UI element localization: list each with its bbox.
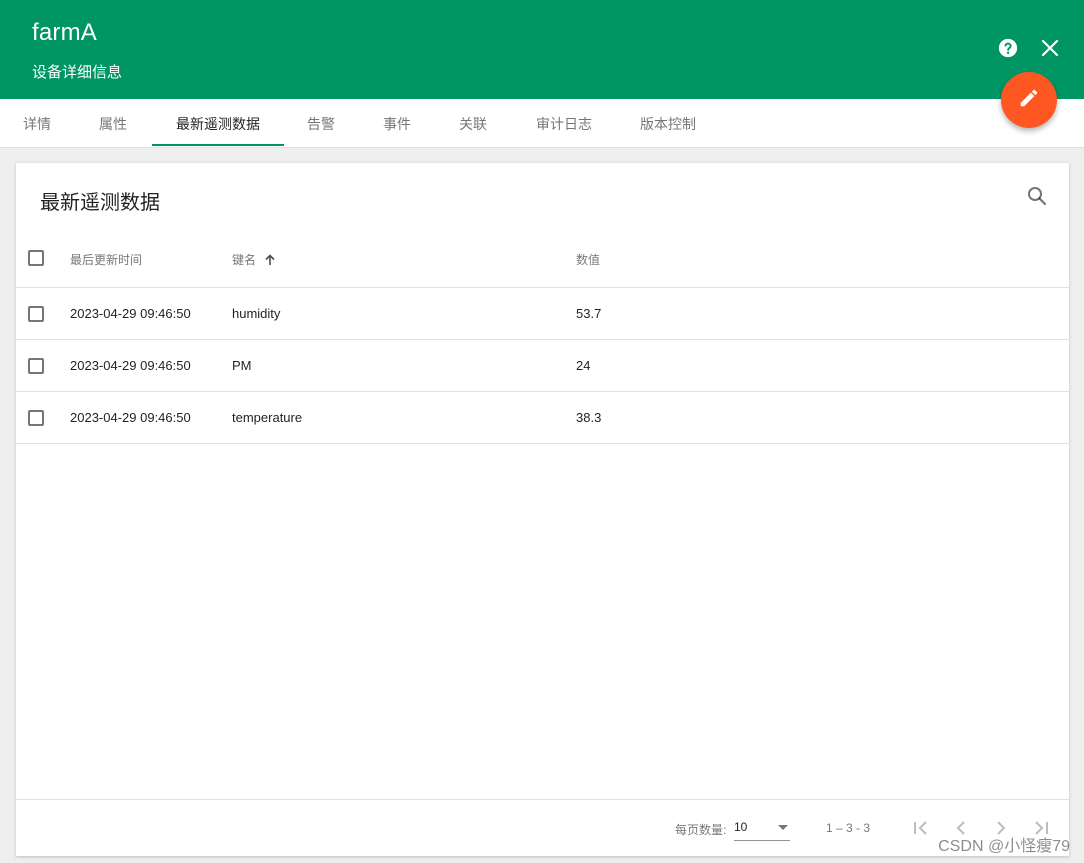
select-all-checkbox[interactable] <box>28 250 44 266</box>
tab-latest-telemetry[interactable]: 最新遥测数据 <box>176 99 260 147</box>
column-header-key-label: 键名 <box>232 253 257 267</box>
table-row[interactable]: 2023-04-29 09:46:50 temperature 38.3 <box>16 392 1069 444</box>
row-checkbox[interactable] <box>28 358 44 374</box>
pencil-icon <box>1018 87 1040 114</box>
tab-events[interactable]: 事件 <box>383 99 411 147</box>
page-size-value: 10 <box>734 820 748 834</box>
column-header-last-update[interactable]: 最后更新时间 <box>70 251 142 268</box>
help-icon[interactable] <box>996 36 1020 60</box>
table-row[interactable]: 2023-04-29 09:46:50 PM 24 <box>16 340 1069 392</box>
row-key: PM <box>232 358 252 373</box>
column-header-value[interactable]: 数值 <box>576 251 600 268</box>
footer-divider <box>16 799 1069 800</box>
telemetry-card: 最新遥测数据 最后更新时间 键名 数值 2023-04-29 09:46:50 … <box>16 163 1069 856</box>
row-time: 2023-04-29 09:46:50 <box>70 306 191 321</box>
tab-relations[interactable]: 关联 <box>459 99 487 147</box>
tab-bar: 详情 属性 最新遥测数据 告警 事件 关联 审计日志 版本控制 <box>0 99 1084 148</box>
tab-alarms[interactable]: 告警 <box>307 99 335 147</box>
page-size-label: 每页数量: <box>675 823 727 837</box>
card-title: 最新遥测数据 <box>40 192 160 214</box>
watermark: CSDN @小怪瘦79 <box>938 838 1070 855</box>
page-range: 1 – 3 - 3 <box>826 821 871 835</box>
table-row[interactable]: 2023-04-29 09:46:50 humidity 53.7 <box>16 288 1069 340</box>
row-key: humidity <box>232 306 281 321</box>
search-icon[interactable] <box>1025 184 1049 208</box>
caret-down-icon <box>778 825 788 830</box>
column-header-key[interactable]: 键名 <box>232 251 276 269</box>
row-checkbox[interactable] <box>28 410 44 426</box>
arrow-up-icon <box>264 254 276 269</box>
row-time: 2023-04-29 09:46:50 <box>70 358 191 373</box>
row-value: 24 <box>576 358 591 373</box>
row-checkbox[interactable] <box>28 306 44 322</box>
device-name: farmA <box>32 19 98 46</box>
dialog-header: farmA 设备详细信息 <box>0 0 1084 99</box>
page-size-select[interactable]: 10 <box>734 815 790 841</box>
edit-button[interactable] <box>1001 72 1057 128</box>
row-key: temperature <box>232 410 303 425</box>
first-page-icon[interactable] <box>909 816 933 840</box>
tab-version-control[interactable]: 版本控制 <box>640 99 696 147</box>
row-value: 53.7 <box>576 306 602 321</box>
row-divider <box>16 443 1069 444</box>
tab-details[interactable]: 详情 <box>23 99 51 147</box>
row-time: 2023-04-29 09:46:50 <box>70 410 191 425</box>
row-value: 38.3 <box>576 410 602 425</box>
header-subtitle: 设备详细信息 <box>32 64 123 81</box>
tab-audit-logs[interactable]: 审计日志 <box>536 99 592 147</box>
header-actions <box>996 36 1062 60</box>
active-tab-indicator <box>152 144 284 146</box>
close-icon[interactable] <box>1038 36 1062 60</box>
tab-attributes[interactable]: 属性 <box>99 99 127 147</box>
